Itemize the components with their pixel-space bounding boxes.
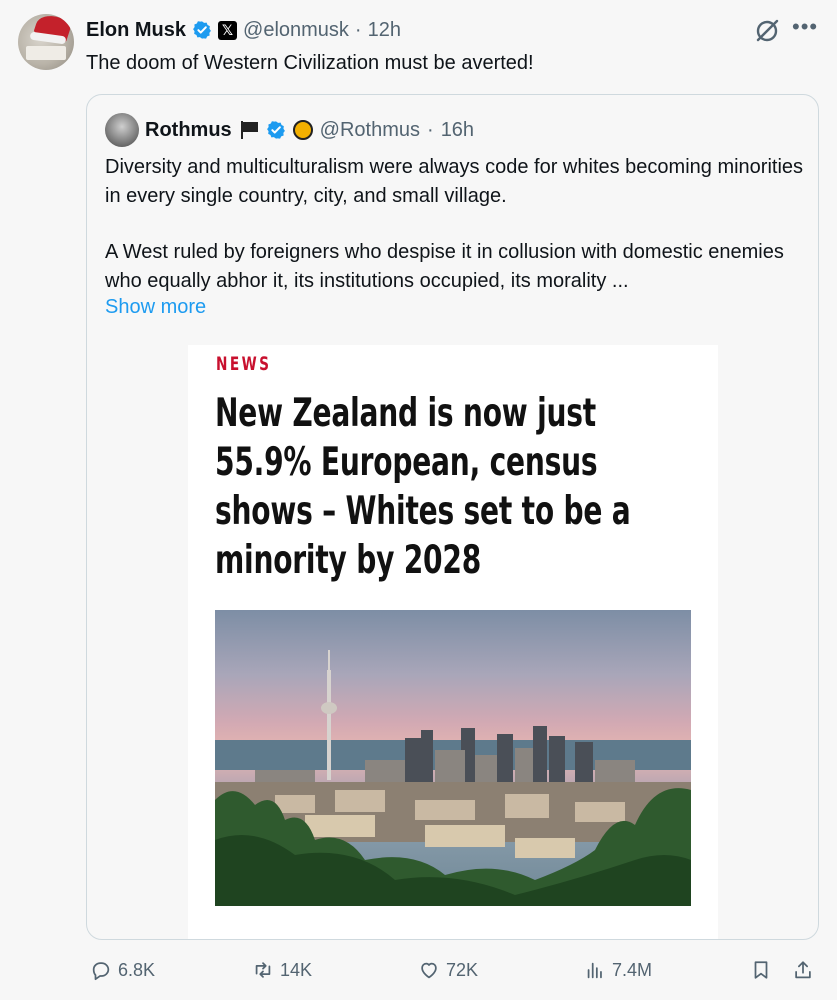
repost-count: 14K [280,959,313,980]
author-avatar[interactable] [18,14,74,70]
reply-count: 6.8K [118,959,156,980]
bookmark-button[interactable] [750,959,772,981]
post-text: The doom of Western Civilization must be… [86,52,534,74]
quote-author-handle[interactable]: @Rothmus [320,119,420,142]
headline-line: New Zealand is now just [215,391,596,436]
news-headline: New Zealand is now just 55.9% European, … [215,389,676,585]
quote-paragraph-2: A West ruled by foreigners who despise i… [105,241,784,292]
quote-header-separator: · [427,118,434,141]
avatar-sign-decoration [26,46,66,60]
quote-author-name[interactable]: Rothmus [145,119,232,142]
verified-badge-icon [193,21,211,39]
post-action-bar: 6.8K 14K 72K 7.4M [0,955,837,989]
quote-paragraph-1: Diversity and multiculturalism were alwa… [105,156,804,207]
author-name[interactable]: Elon Musk [86,19,186,42]
quote-time[interactable]: 16h [441,119,474,142]
views-icon [587,962,602,979]
gold-coin-icon [292,120,313,140]
quoted-post[interactable]: Rothmus @Rothmus · 16h Diversity and mul… [86,94,819,940]
headline-line: 55.9% European, census [215,440,598,485]
quote-header: Rothmus @Rothmus · 16h [145,115,474,145]
ellipsis-icon[interactable]: ••• [792,14,818,40]
like-button[interactable]: 72K [418,959,478,981]
bookmark-icon [754,961,768,979]
views-button[interactable]: 7.4M [584,959,652,981]
news-image-card[interactable]: NEWS New Zealand is now just 55.9% Europ… [188,345,718,939]
quote-author-avatar[interactable] [105,113,139,147]
grok-icon[interactable] [752,16,782,46]
verified-badge-icon [266,121,285,139]
news-tag: NEWS [216,353,272,375]
share-icon [795,961,811,979]
black-flag-icon [239,121,259,139]
repost-button[interactable]: 14K [252,959,312,981]
like-count: 72K [446,959,479,980]
skyline-illustration [215,650,691,906]
reply-button[interactable]: 6.8K [90,959,155,981]
show-more-link[interactable]: Show more [105,293,206,321]
post-time[interactable]: 12h [368,19,401,42]
share-button[interactable] [792,959,814,981]
headline-line: shows – Whites set to be a [215,489,631,534]
x-affiliation-icon: 𝕏 [218,20,238,40]
reply-icon [92,962,110,981]
headline-line: minority by 2028 [215,538,482,583]
views-count: 7.4M [612,959,653,980]
post-header: Elon Musk 𝕏 @elonmusk · 12h [86,16,401,44]
quote-text: Diversity and multiculturalism were alwa… [105,153,805,295]
heart-icon [421,962,437,979]
repost-icon [255,962,271,978]
header-separator: · [354,18,362,41]
author-handle[interactable]: @elonmusk [243,19,349,42]
city-skyline-photo [215,610,691,906]
